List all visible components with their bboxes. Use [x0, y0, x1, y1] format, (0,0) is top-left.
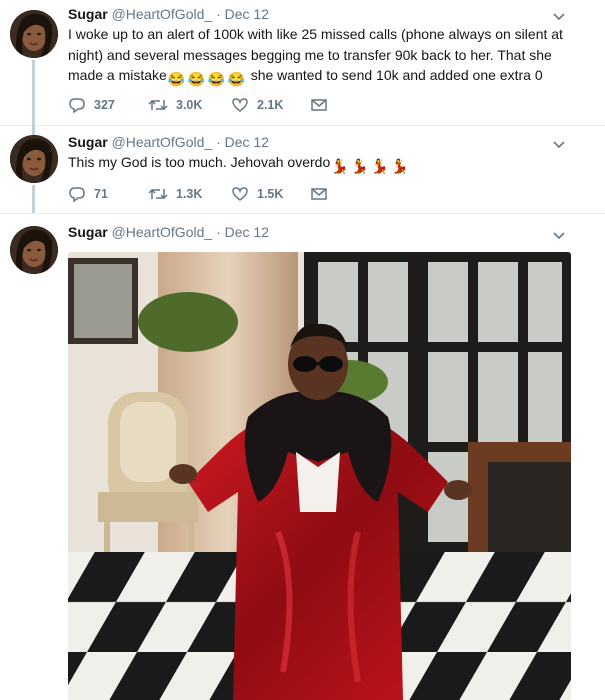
tweet-1[interactable]: Sugar @HeartOfGold_ · Dec 12 I woke up t… — [0, 0, 605, 126]
user-handle[interactable]: @HeartOfGold_ — [112, 224, 213, 240]
direct-message-button[interactable] — [310, 96, 336, 114]
retweet-count: 1.3K — [176, 187, 203, 201]
chevron-down-icon[interactable] — [551, 8, 567, 24]
heart-icon — [232, 187, 248, 201]
tweet-text: This my God is too much. Jehovah overdo💃… — [68, 152, 568, 174]
retweet-count: 3.0K — [176, 98, 203, 112]
thread-line — [32, 125, 35, 135]
tweet-date[interactable]: Dec 12 — [225, 224, 269, 240]
dancer-emoji-icon: 💃 — [391, 158, 409, 174]
display-name[interactable]: Sugar — [68, 224, 108, 240]
avatar[interactable] — [10, 226, 58, 274]
dancer-emoji-icon: 💃 — [371, 158, 389, 174]
display-name[interactable]: Sugar — [68, 6, 108, 22]
user-handle[interactable]: @HeartOfGold_ — [112, 6, 213, 22]
chevron-down-icon[interactable] — [551, 136, 567, 152]
tweet-date[interactable]: Dec 12 — [225, 134, 269, 150]
tweet-header: Sugar @HeartOfGold_ · Dec 12 — [68, 224, 269, 240]
reply-icon — [69, 187, 85, 203]
user-handle[interactable]: @HeartOfGold_ — [112, 134, 213, 150]
avatar[interactable] — [10, 135, 58, 183]
envelope-icon — [311, 188, 327, 200]
dancer-emoji-icon: 💃 — [351, 158, 369, 174]
tweet-text-after: she wanted to send 10k and added one ext… — [246, 67, 543, 83]
tweet-photo[interactable] — [68, 252, 571, 700]
retweet-button[interactable]: 1.3K — [148, 185, 202, 203]
reply-count: 71 — [94, 187, 108, 201]
emoji-group: 😂 😂 😂 😂 — [167, 67, 247, 87]
retweet-icon — [148, 99, 168, 111]
thread-line — [32, 60, 35, 125]
direct-message-button[interactable] — [310, 185, 336, 203]
envelope-icon — [311, 99, 327, 111]
tweet-header: Sugar @HeartOfGold_ · Dec 12 — [68, 6, 269, 22]
tweet-date[interactable]: Dec 12 — [225, 6, 269, 22]
like-button[interactable]: 2.1K — [231, 96, 283, 114]
laughing-emoji-icon: 😂 — [187, 71, 206, 87]
reply-button[interactable]: 71 — [68, 185, 108, 203]
display-name[interactable]: Sugar — [68, 134, 108, 150]
thread-line — [32, 185, 35, 213]
like-count: 1.5K — [257, 187, 284, 201]
separator-dot: · — [216, 134, 221, 150]
retweet-icon — [148, 188, 168, 200]
tweet-3[interactable]: Sugar @HeartOfGold_ · Dec 12 — [0, 213, 605, 700]
reply-icon — [69, 98, 85, 114]
laughing-emoji-icon: 😂 — [167, 71, 186, 87]
avatar[interactable] — [10, 10, 58, 58]
dancer-emoji-icon: 💃 — [331, 158, 349, 174]
laughing-emoji-icon: 😂 — [227, 71, 246, 87]
laughing-emoji-icon: 😂 — [207, 71, 226, 87]
tweet-text-main: This my God is too much. Jehovah overdo — [68, 154, 331, 170]
tweet-2[interactable]: Sugar @HeartOfGold_ · Dec 12 This my God… — [0, 125, 605, 213]
tweet-text: I woke up to an alert of 100k with like … — [68, 24, 568, 87]
tweet-header: Sugar @HeartOfGold_ · Dec 12 — [68, 134, 269, 150]
like-count: 2.1K — [257, 98, 284, 112]
separator-dot: · — [216, 224, 221, 240]
reply-count: 327 — [94, 98, 115, 112]
chevron-down-icon[interactable] — [551, 227, 567, 243]
retweet-button[interactable]: 3.0K — [148, 96, 202, 114]
heart-icon — [232, 98, 248, 112]
reply-button[interactable]: 327 — [68, 96, 115, 114]
emoji-group: 💃 💃 💃 💃 — [330, 154, 410, 174]
separator-dot: · — [216, 6, 221, 22]
like-button[interactable]: 1.5K — [231, 185, 283, 203]
